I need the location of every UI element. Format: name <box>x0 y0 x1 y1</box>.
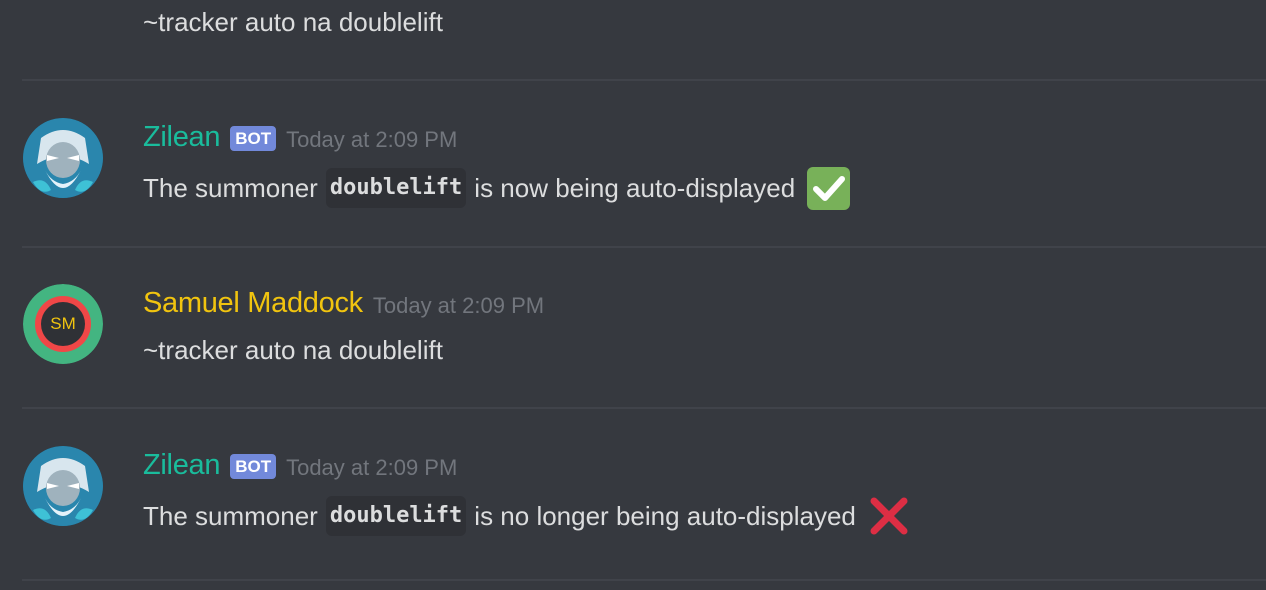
message-text: The summoner <box>143 500 318 531</box>
timestamp[interactable]: Today at 2:09 PM <box>286 127 457 153</box>
bot-badge: BOT <box>230 453 277 479</box>
message-header: Samuel Maddock Today at 2:09 PM <box>143 283 544 323</box>
message-divider <box>22 579 1266 581</box>
timestamp[interactable]: Today at 2:09 PM <box>286 455 457 481</box>
message-divider <box>22 407 1266 409</box>
chat-messages-area: ~tracker auto na doublelift Zilean BOT T… <box>0 0 1266 590</box>
message-content: The summoner doublelift is no longer bei… <box>143 494 912 538</box>
cross-mark-icon[interactable] <box>866 493 912 539</box>
white-check-mark-icon[interactable] <box>807 166 851 210</box>
message-content: ~tracker auto na doublelift <box>143 328 443 372</box>
message-header: Zilean BOT Today at 2:09 PM <box>143 445 457 485</box>
inline-code: doublelift <box>325 168 467 208</box>
zilean-avatar-icon[interactable] <box>23 446 103 526</box>
bot-badge: BOT <box>230 125 277 151</box>
message-text: is now being auto-displayed <box>474 172 796 203</box>
message-content: The summoner doublelift is now being aut… <box>143 166 851 210</box>
message-header: Zilean BOT Today at 2:09 PM <box>143 117 457 157</box>
inline-code: doublelift <box>325 496 467 536</box>
username[interactable]: Zilean <box>143 449 220 482</box>
timestamp[interactable]: Today at 2:09 PM <box>373 293 544 319</box>
message-divider <box>22 79 1266 81</box>
message-text: ~tracker auto na doublelift <box>143 334 443 365</box>
avatar-initials: SM <box>50 314 76 333</box>
message-content: ~tracker auto na doublelift <box>143 0 443 44</box>
username[interactable]: Samuel Maddock <box>143 287 363 320</box>
message-divider <box>22 246 1266 248</box>
sm-initials-avatar[interactable]: SM <box>23 284 103 364</box>
message-text: is no longer being auto-displayed <box>474 500 856 531</box>
message-text: ~tracker auto na doublelift <box>143 6 443 37</box>
username[interactable]: Zilean <box>143 121 220 154</box>
zilean-avatar-icon[interactable] <box>23 118 103 198</box>
message-text: The summoner <box>143 172 318 203</box>
